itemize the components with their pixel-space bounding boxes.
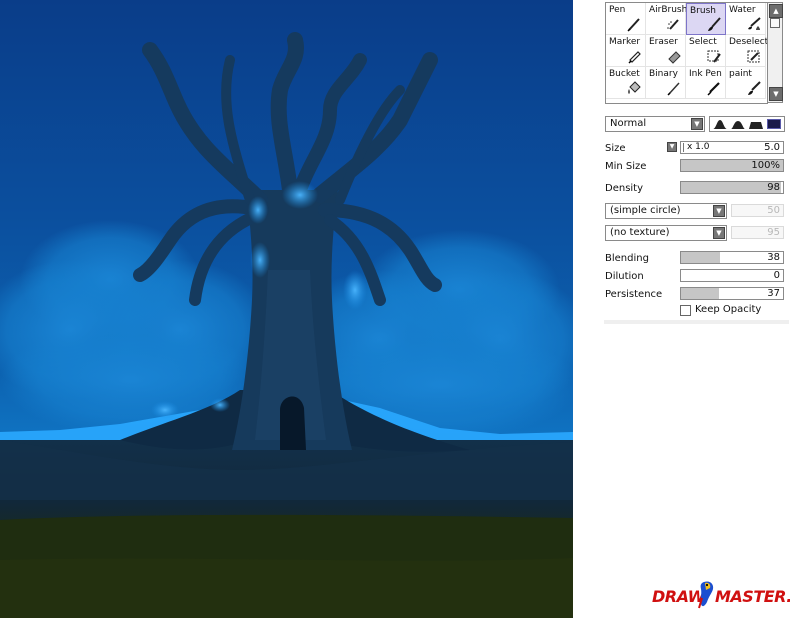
brush-shape-amount-value: 50	[767, 205, 780, 216]
dilution-slider[interactable]: 0	[680, 269, 784, 282]
tool-label: Pen	[609, 5, 626, 15]
scroll-up-button[interactable]: ▲	[769, 4, 783, 18]
texture-value: (no texture)	[610, 227, 670, 238]
tool-label: paint	[729, 69, 752, 79]
tool-brush[interactable]: Brush	[686, 3, 726, 35]
tool-label: Brush	[690, 6, 716, 16]
chevron-down-icon: ▼	[713, 227, 725, 239]
brush-icon	[708, 17, 721, 31]
brush-edge-selector	[709, 116, 785, 132]
tool-label: Ink Pen	[689, 69, 722, 79]
dilution-label: Dilution	[605, 271, 644, 282]
tool-label: Bucket	[609, 69, 640, 79]
bucket-icon	[628, 81, 641, 94]
marker-icon	[628, 51, 641, 64]
drawing-canvas[interactable]	[0, 0, 573, 618]
tool-eraser[interactable]: Eraser	[646, 35, 686, 67]
tool-ink-pen[interactable]: Ink Pen	[686, 67, 726, 99]
texture-amount-value: 95	[767, 227, 780, 238]
brush-shape-amount: 50	[731, 204, 784, 217]
texture-dropdown[interactable]: (no texture) ▼	[605, 225, 727, 241]
persistence-label: Persistence	[605, 289, 663, 300]
persistence-value: 37	[767, 288, 780, 299]
panel-bottom-edge	[604, 320, 789, 324]
select-icon	[707, 50, 721, 63]
tool-panel: Pen AirBrush Brush Water Marker Eraser S…	[603, 0, 790, 330]
chevron-down-icon: ▼	[713, 205, 725, 217]
size-multiplier: x 1.0	[687, 142, 710, 152]
watermark-part2: MASTER.RU	[715, 587, 790, 606]
tool-label: Binary	[649, 69, 678, 79]
tool-grid: Pen AirBrush Brush Water Marker Eraser S…	[605, 2, 768, 104]
tool-binary[interactable]: Binary	[646, 67, 686, 99]
tool-airbrush[interactable]: AirBrush	[646, 3, 688, 35]
scroll-thumb[interactable]	[770, 18, 780, 28]
tool-paint[interactable]: paint	[726, 67, 766, 99]
brush-shape-value: (simple circle)	[610, 205, 681, 216]
min-size-slider[interactable]: 100%	[680, 159, 784, 172]
min-size-label: Min Size	[605, 161, 647, 172]
tool-label: Deselect	[729, 37, 768, 47]
soft-edge-icon[interactable]	[749, 119, 763, 129]
site-watermark: DRAW MASTER.RU	[652, 580, 790, 610]
size-value: 5.0	[764, 142, 780, 153]
density-slider[interactable]: 98	[680, 181, 784, 194]
ink-pen-icon	[707, 82, 720, 96]
tool-bucket[interactable]: Bucket	[606, 67, 646, 99]
chevron-down-icon: ▼	[691, 118, 703, 130]
tool-deselect[interactable]: Deselect	[726, 35, 768, 67]
tool-label: Select	[689, 37, 717, 47]
tool-marker[interactable]: Marker	[606, 35, 646, 67]
min-size-value: 100%	[751, 160, 780, 171]
persistence-slider[interactable]: 37	[680, 287, 784, 300]
water-icon	[748, 17, 761, 30]
texture-amount: 95	[731, 226, 784, 239]
blending-slider[interactable]: 38	[680, 251, 784, 264]
keep-opacity-checkbox[interactable]	[680, 305, 691, 316]
size-label: Size	[605, 143, 626, 154]
tool-label: Marker	[609, 37, 641, 47]
blend-mode-value: Normal	[610, 118, 647, 129]
eraser-icon	[668, 51, 681, 64]
scroll-down-button[interactable]: ▼	[769, 87, 783, 101]
size-preset-button[interactable]: ▼	[667, 142, 677, 152]
airbrush-icon	[667, 19, 679, 30]
keep-opacity-label: Keep Opacity	[695, 304, 762, 315]
deselect-icon	[747, 50, 760, 63]
blending-value: 38	[767, 252, 780, 263]
pen-icon	[627, 18, 640, 32]
tool-list-scrollbar[interactable]: ▲ ▼	[767, 2, 783, 103]
flat-edge-icon[interactable]	[767, 119, 781, 129]
dilution-value: 0	[773, 270, 780, 281]
blend-mode-dropdown[interactable]: Normal ▼	[605, 116, 705, 132]
watermark-part1: DRAW	[652, 587, 707, 606]
tool-label: Eraser	[649, 37, 678, 47]
tool-pen[interactable]: Pen	[606, 3, 646, 35]
medium-edge-icon[interactable]	[731, 119, 745, 129]
brush-shape-dropdown[interactable]: (simple circle) ▼	[605, 203, 727, 219]
tool-label: AirBrush	[649, 5, 688, 15]
tool-label: Water	[729, 5, 756, 15]
density-label: Density	[605, 183, 644, 194]
tool-select[interactable]: Select	[686, 35, 726, 67]
blending-label: Blending	[605, 253, 649, 264]
hard-edge-icon[interactable]	[713, 119, 727, 129]
size-slider[interactable]: x 1.0 5.0	[680, 141, 784, 154]
binary-icon	[667, 82, 680, 96]
tool-water[interactable]: Water	[726, 3, 766, 35]
paint-icon	[748, 81, 761, 95]
density-value: 98	[767, 182, 780, 193]
